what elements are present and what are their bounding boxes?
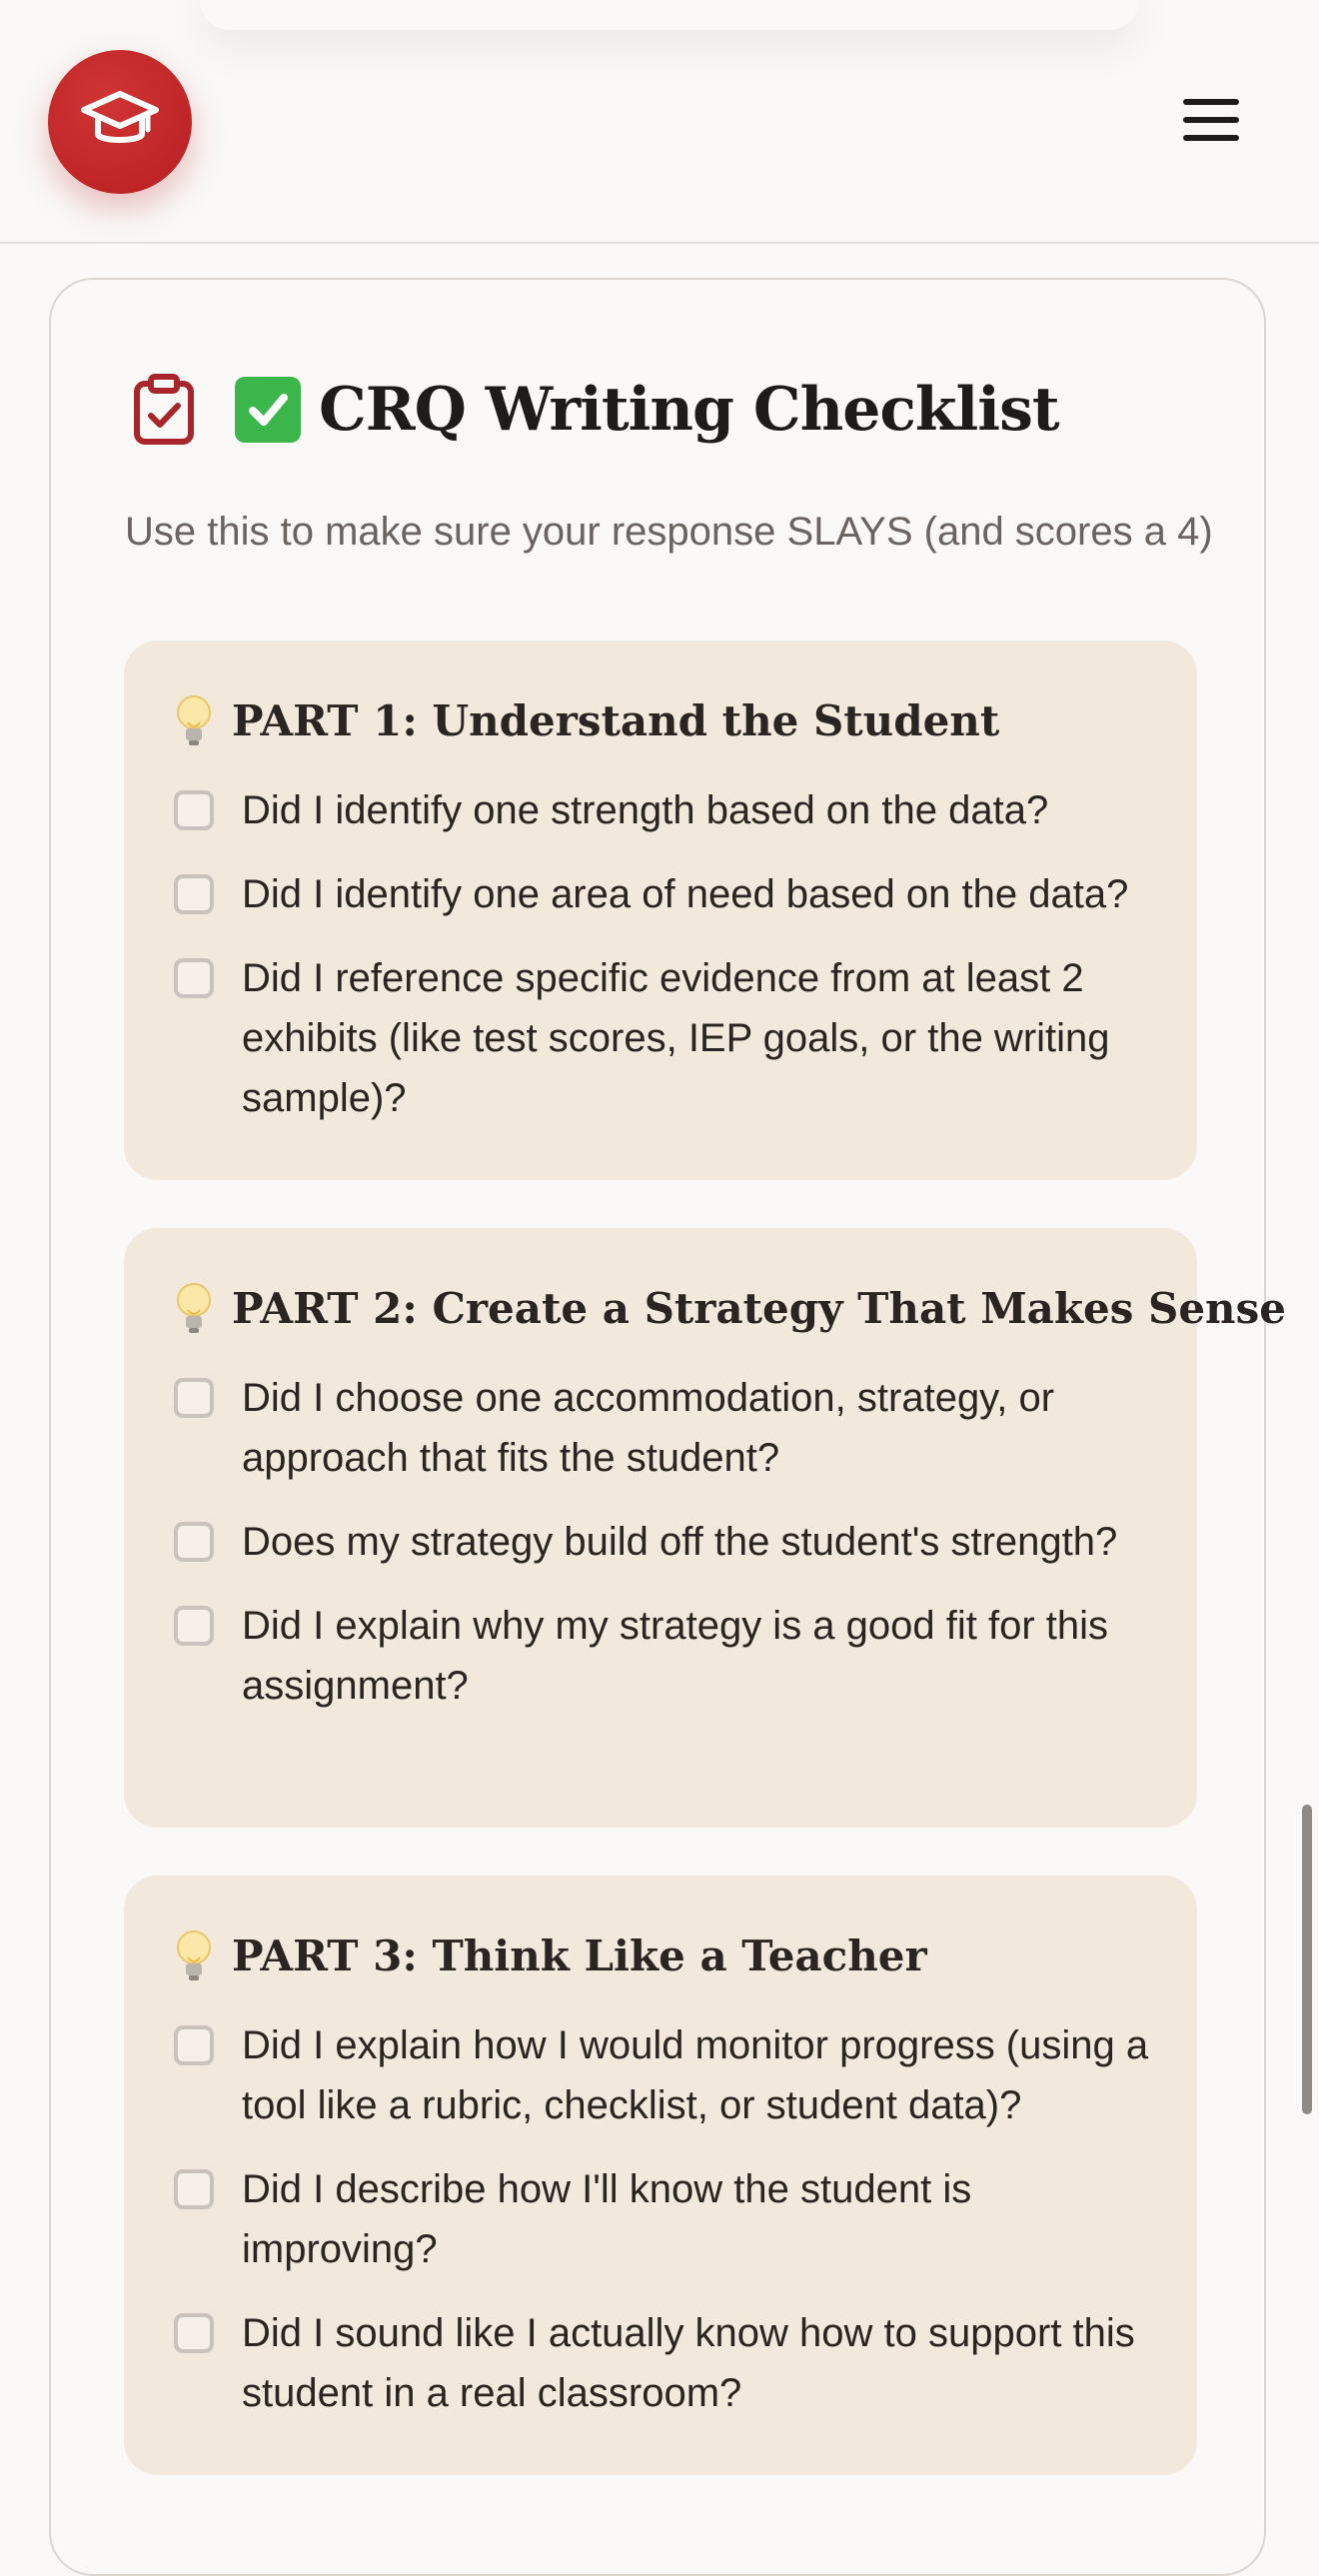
section-header: PART 3: Think Like a Teacher	[174, 1926, 1157, 1985]
menu-button[interactable]	[1167, 90, 1255, 154]
checkbox[interactable]	[174, 2169, 214, 2209]
checklist-item: Did I sound like I actually know how to …	[174, 2303, 1157, 2423]
checkbox[interactable]	[174, 2025, 214, 2065]
checklist-item: Did I describe how I'll know the student…	[174, 2159, 1157, 2279]
section-title: PART 2: Create a Strategy That Makes Sen…	[232, 1283, 1286, 1333]
section-header: PART 2: Create a Strategy That Makes Sen…	[174, 1278, 1286, 1338]
checklist-item-text: Did I identify one strength based on the…	[242, 788, 1049, 832]
checklist-item-text: Did I describe how I'll know the student…	[242, 2167, 972, 2271]
lightbulb-icon	[174, 1280, 214, 1336]
section-title: PART 1: Understand the Student	[232, 695, 1000, 745]
section-part-3: PART 3: Think Like a Teacher Did I expla…	[124, 1876, 1197, 2475]
card-title: CRQ Writing Checklist	[319, 375, 1060, 445]
hamburger-menu-icon	[1181, 96, 1241, 148]
checkbox[interactable]	[174, 1606, 214, 1646]
card-header: CRQ Writing Checklist	[131, 360, 1060, 460]
checklist-item: Did I explain why my strategy is a good …	[174, 1596, 1157, 1716]
checklist-item: Did I identify one area of need based on…	[174, 864, 1157, 924]
checklist-item-text: Does my strategy build off the student's…	[242, 1520, 1118, 1564]
section-part-2: PART 2: Create a Strategy That Makes Sen…	[124, 1228, 1286, 1828]
checklist-item-text: Did I choose one accommodation, strategy…	[242, 1376, 1055, 1480]
checkbox[interactable]	[174, 1522, 214, 1562]
lightbulb-icon	[174, 1928, 214, 1983]
checklist-item-text: Did I sound like I actually know how to …	[242, 2311, 1135, 2415]
checkbox[interactable]	[174, 1378, 214, 1418]
checklist-item: Does my strategy build off the student's…	[174, 1512, 1157, 1572]
checklist-item: Did I reference specific evidence from a…	[174, 948, 1157, 1128]
section-header: PART 1: Understand the Student	[174, 690, 1157, 750]
checkbox[interactable]	[174, 958, 214, 998]
checklist-item: Did I identify one strength based on the…	[174, 780, 1157, 840]
card-subtitle: Use this to make sure your response SLAY…	[125, 510, 1213, 554]
scrollbar-thumb[interactable]	[1302, 1805, 1312, 2114]
checkbox[interactable]	[174, 2313, 214, 2353]
section-part-1: PART 1: Understand the Student Did I ide…	[124, 641, 1197, 1180]
checklist-item-text: Did I explain how I would monitor progre…	[242, 2023, 1149, 2127]
lightbulb-icon	[174, 692, 214, 748]
graduation-cap-icon	[80, 88, 160, 156]
checklist-item-text: Did I identify one area of need based on…	[242, 872, 1129, 916]
clipboard-check-icon	[131, 374, 197, 446]
checklist-item-text: Did I reference specific evidence from a…	[242, 956, 1110, 1120]
check-mark-emoji-icon	[235, 377, 301, 443]
app-header	[0, 0, 1319, 244]
section-title: PART 3: Think Like a Teacher	[232, 1931, 927, 1980]
checkbox[interactable]	[174, 790, 214, 830]
logo-button[interactable]	[48, 50, 192, 194]
header-shadow	[200, 0, 1139, 30]
checklist-card: CRQ Writing Checklist Use this to make s…	[49, 278, 1286, 2576]
checkbox[interactable]	[174, 874, 214, 914]
checklist-item: Did I explain how I would monitor progre…	[174, 2015, 1157, 2135]
checklist-item-text: Did I explain why my strategy is a good …	[242, 1604, 1109, 1708]
checklist-item: Did I choose one accommodation, strategy…	[174, 1368, 1157, 1488]
